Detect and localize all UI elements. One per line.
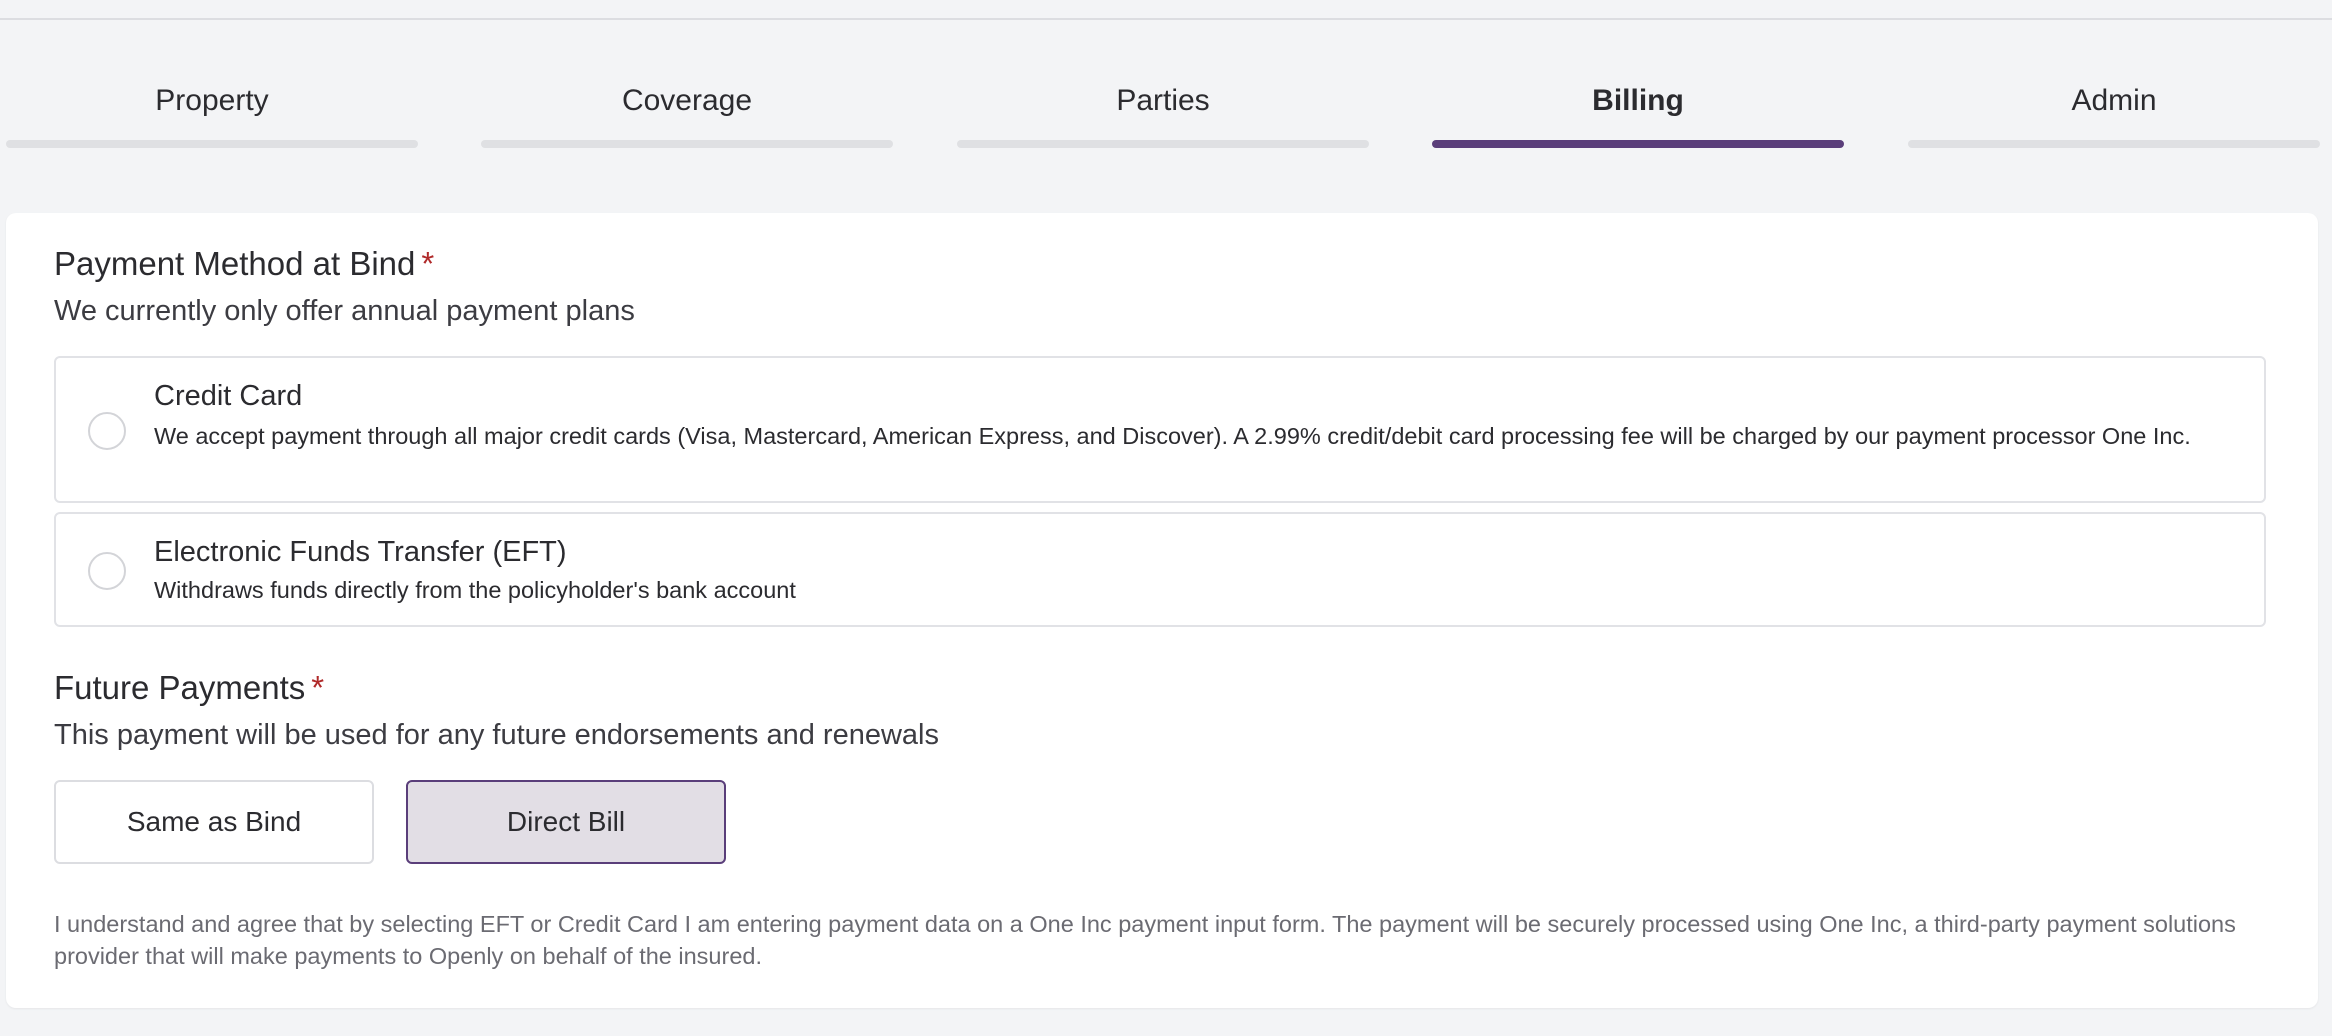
tab-billing[interactable]: Billing <box>1432 60 1844 148</box>
tab-label: Parties <box>1116 84 1210 117</box>
payment-option-credit-card[interactable]: Credit Card We accept payment through al… <box>54 356 2266 503</box>
payment-disclaimer: I understand and agree that by selecting… <box>54 911 2236 969</box>
tab-property[interactable]: Property <box>6 60 418 148</box>
option-description: We accept payment through all major cred… <box>154 423 2191 449</box>
future-payments-title-text: Future Payments <box>54 669 306 706</box>
future-payments-subtitle: This payment will be used for any future… <box>54 719 939 751</box>
tab-indicator <box>481 140 893 148</box>
payment-method-subtitle: We currently only offer annual payment p… <box>54 295 635 327</box>
payment-method-title-text: Payment Method at Bind <box>54 245 416 282</box>
tab-parties[interactable]: Parties <box>957 60 1369 148</box>
tab-label: Admin <box>2071 84 2157 117</box>
same-as-bind-button[interactable]: Same as Bind <box>54 780 374 864</box>
tab-coverage[interactable]: Coverage <box>481 60 893 148</box>
payment-method-title: Payment Method at Bind * <box>54 245 434 283</box>
tab-label: Billing <box>1592 84 1684 117</box>
required-marker: * <box>311 669 325 706</box>
tab-indicator <box>6 140 418 148</box>
direct-bill-button[interactable]: Direct Bill <box>406 780 726 864</box>
top-divider <box>0 18 2332 20</box>
tab-bar: Property Coverage Parties Billing Admin <box>0 60 2332 150</box>
tab-admin[interactable]: Admin <box>1908 60 2320 148</box>
required-marker: * <box>421 245 435 282</box>
future-payments-title: Future Payments * <box>54 669 324 707</box>
tab-indicator <box>957 140 1369 148</box>
payment-option-eft[interactable]: Electronic Funds Transfer (EFT) Withdraw… <box>54 512 2266 627</box>
tab-indicator-active <box>1432 140 1844 148</box>
radio-eft[interactable] <box>88 552 126 590</box>
radio-credit-card[interactable] <box>88 412 126 450</box>
option-title: Electronic Funds Transfer (EFT) <box>154 536 567 568</box>
tab-indicator <box>1908 140 2320 148</box>
option-description: Withdraws funds directly from the policy… <box>154 577 796 603</box>
option-title: Credit Card <box>154 380 303 412</box>
tab-label: Property <box>155 84 269 117</box>
tab-label: Coverage <box>621 84 753 117</box>
billing-card: Payment Method at Bind * We currently onl… <box>6 213 2318 1008</box>
